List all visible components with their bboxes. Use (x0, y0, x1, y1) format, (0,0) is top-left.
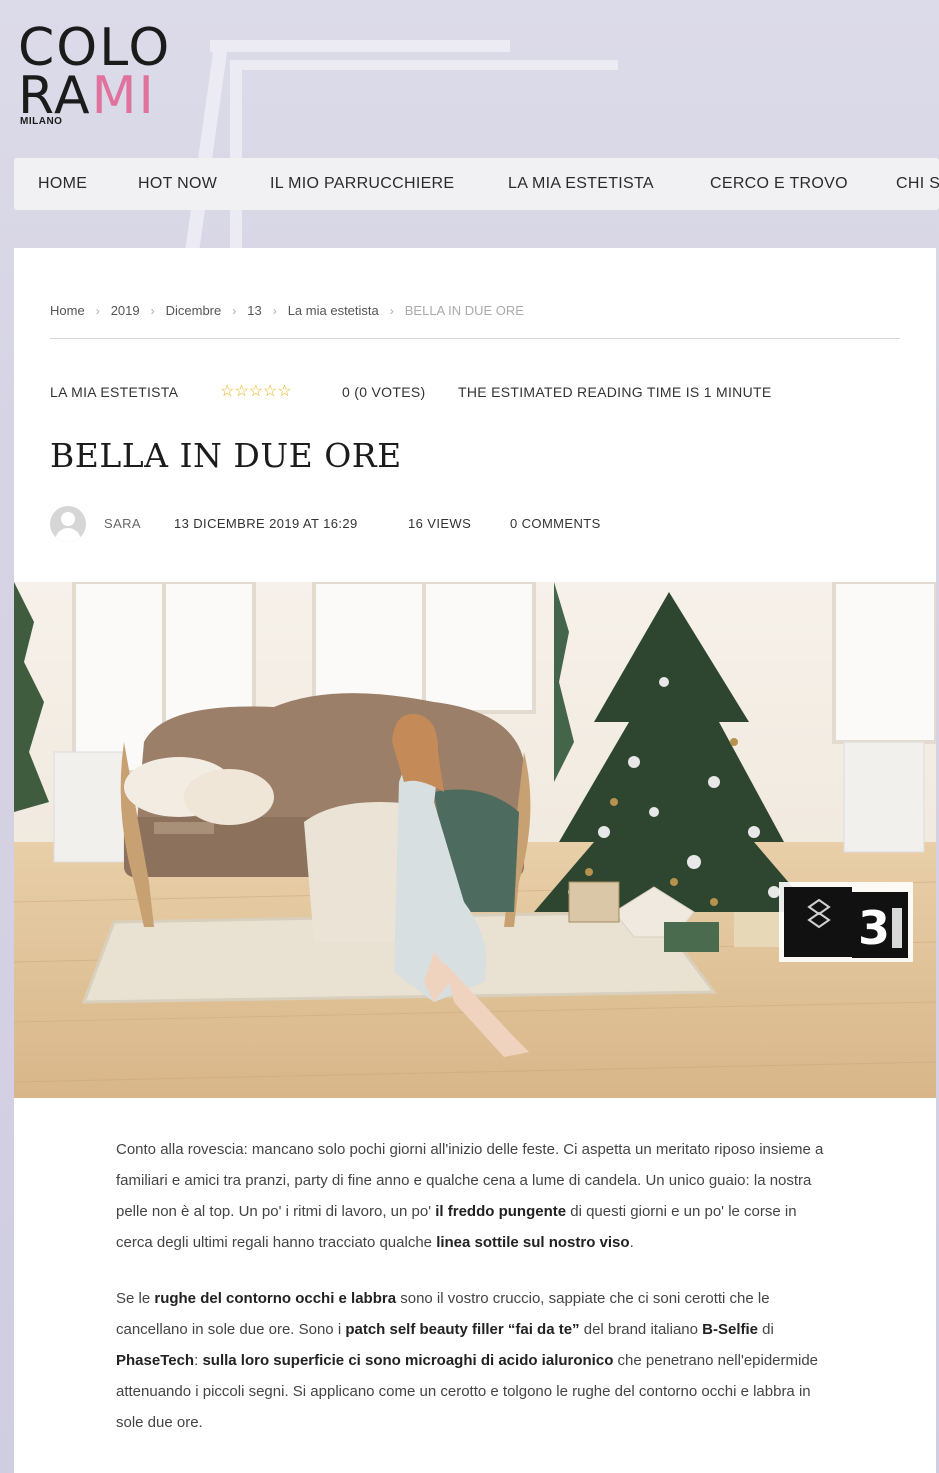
bold-text: sulla loro superficie ci sono microaghi … (202, 1352, 614, 1369)
article-card: Home › 2019 › Dicembre › 13 › La mia estetista › B… (14, 248, 936, 1473)
nav-item-hot-now[interactable]: HOT NOW (138, 158, 217, 210)
breadcrumb-divider (50, 338, 900, 339)
rating-stars-icon[interactable]: ☆☆☆☆☆ (220, 381, 292, 401)
post-comments[interactable]: 0 COMMENTS (510, 516, 601, 531)
background-frame (238, 60, 618, 70)
nav-item-il-mio-parrucchiere[interactable]: IL MIO PARRUCCHIERE (270, 158, 454, 210)
bold-text: linea sottile sul nostro viso (436, 1234, 630, 1251)
breadcrumb-home[interactable]: Home (50, 303, 85, 318)
logo-city: MILANO (20, 116, 63, 127)
article-body: Conto alla rovescia: mancano solo pochi … (116, 1134, 836, 1463)
main-navigation: HOME HOT NOW IL MIO PARRUCCHIERE LA MIA … (14, 158, 939, 210)
bold-text: il freddo pungente (435, 1203, 567, 1220)
bold-text: rughe del contorno occhi e labbra (154, 1290, 397, 1307)
breadcrumb-separator-icon: › (389, 304, 394, 318)
product-badge-text: 3 (858, 901, 890, 955)
nav-item-cerco-e-trovo[interactable]: CERCO E TROVO (710, 158, 848, 210)
text-segment: . (629, 1234, 634, 1251)
avatar-body (55, 528, 81, 542)
logo-mi: MI (91, 66, 156, 126)
post-views: 16 VIEWS (408, 516, 472, 531)
nav-item-la-mia-estetista[interactable]: LA MIA ESTETISTA (508, 158, 654, 210)
breadcrumb-separator-icon: › (150, 304, 155, 318)
bold-text: B-Selfie (702, 1321, 759, 1338)
rating-count: 0 (0 VOTES) (342, 384, 426, 400)
article-paragraph-1: Conto alla rovescia: mancano solo pochi … (116, 1134, 836, 1258)
breadcrumb-separator-icon: › (272, 304, 277, 318)
breadcrumb-separator-icon: › (95, 304, 100, 318)
christmas-living-room-photo: 3 (14, 582, 936, 1098)
reading-time: THE ESTIMATED READING TIME IS 1 MINUTE (458, 384, 772, 400)
category-link[interactable]: LA MIA ESTETISTA (50, 384, 178, 400)
text-segment: del brand italiano (579, 1321, 703, 1338)
article-paragraph-2: Se le rughe del contorno occhi e labbra … (116, 1283, 836, 1438)
text-segment: di (758, 1321, 774, 1338)
author-name[interactable]: SARA (104, 516, 141, 531)
breadcrumb-month[interactable]: Dicembre (166, 303, 222, 318)
site-logo[interactable]: COLO RAMI MILANO (18, 22, 208, 132)
breadcrumb-year[interactable]: 2019 (111, 303, 140, 318)
page-title: BELLA IN DUE ORE (50, 436, 402, 475)
background-frame (210, 40, 510, 52)
background-frame (230, 60, 242, 250)
avatar-head (61, 512, 75, 526)
breadcrumb-current: BELLA IN DUE ORE (404, 303, 524, 318)
breadcrumb-separator-icon: › (232, 304, 237, 318)
bold-text: PhaseTech (116, 1352, 195, 1369)
nav-item-home[interactable]: HOME (38, 158, 87, 210)
nav-item-chi-siamo[interactable]: CHI S (896, 158, 939, 210)
breadcrumb: Home › 2019 › Dicembre › 13 › La mia estetista › B… (50, 303, 524, 318)
breadcrumb-day[interactable]: 13 (247, 303, 261, 318)
bold-text: patch self beauty filler “fai da te” (345, 1321, 580, 1338)
text-segment: Se le (116, 1290, 155, 1307)
avatar[interactable] (50, 506, 86, 542)
logo-line-2: RAMI (18, 70, 156, 122)
post-date: 13 DICEMBRE 2019 AT 16:29 (174, 516, 358, 531)
breadcrumb-category[interactable]: La mia estetista (288, 303, 379, 318)
